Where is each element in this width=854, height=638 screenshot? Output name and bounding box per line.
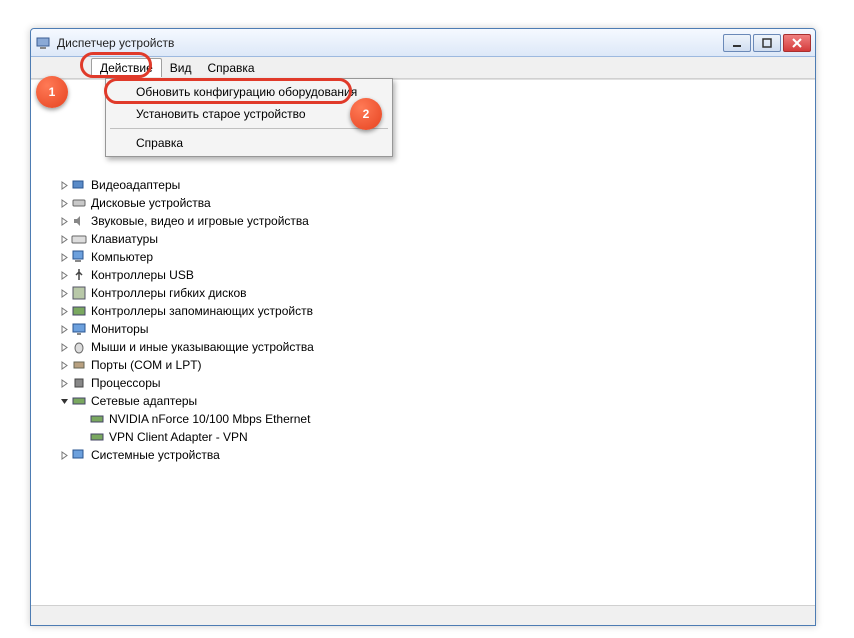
tree-label: Сетевые адаптеры bbox=[91, 394, 197, 408]
tree-category[interactable]: Мыши и иные указывающие устройства bbox=[57, 338, 815, 356]
maximize-button[interactable] bbox=[753, 34, 781, 52]
computer-icon bbox=[71, 249, 87, 265]
tree-label: Контроллеры запоминающих устройств bbox=[91, 304, 313, 318]
expander-icon[interactable] bbox=[57, 343, 71, 352]
tree-category[interactable]: Контроллеры USB bbox=[57, 266, 815, 284]
expander-icon[interactable] bbox=[57, 217, 71, 226]
menu-view[interactable]: Вид bbox=[162, 59, 200, 77]
menubar: Действие Вид Справка bbox=[31, 57, 815, 79]
tree-category[interactable]: Звуковые, видео и игровые устройства bbox=[57, 212, 815, 230]
tree-label: Мыши и иные указывающие устройства bbox=[91, 340, 314, 354]
tree-category-network[interactable]: Сетевые адаптеры bbox=[57, 392, 815, 410]
display-adapter-icon bbox=[71, 177, 87, 193]
close-button[interactable] bbox=[783, 34, 811, 52]
mouse-icon bbox=[71, 339, 87, 355]
usb-icon bbox=[71, 267, 87, 283]
app-icon bbox=[35, 35, 51, 51]
device-tree-pane: Видеоадаптеры Дисковые устройства Звуков… bbox=[31, 79, 815, 605]
tree-label: Системные устройства bbox=[91, 448, 220, 462]
expander-open-icon[interactable] bbox=[57, 397, 71, 406]
tree-category[interactable]: Процессоры bbox=[57, 374, 815, 392]
titlebar: Диспетчер устройств bbox=[31, 29, 815, 57]
tree-category[interactable]: Дисковые устройства bbox=[57, 194, 815, 212]
tree-label: Дисковые устройства bbox=[91, 196, 211, 210]
window-title: Диспетчер устройств bbox=[57, 36, 723, 50]
tree-category[interactable]: Компьютер bbox=[57, 248, 815, 266]
menu-refresh-hardware[interactable]: Обновить конфигурацию оборудования bbox=[108, 81, 390, 103]
expander-icon[interactable] bbox=[57, 379, 71, 388]
expander-icon[interactable] bbox=[57, 181, 71, 190]
storage-controller-icon bbox=[71, 303, 87, 319]
minimize-button[interactable] bbox=[723, 34, 751, 52]
tree-device[interactable]: NVIDIA nForce 10/100 Mbps Ethernet bbox=[75, 410, 815, 428]
expander-icon[interactable] bbox=[57, 271, 71, 280]
tree-category[interactable]: Видеоадаптеры bbox=[57, 176, 815, 194]
tree-label: Мониторы bbox=[91, 322, 148, 336]
tree-label: Контроллеры USB bbox=[91, 268, 194, 282]
tree-label: Компьютер bbox=[91, 250, 153, 264]
network-adapter-icon bbox=[71, 393, 87, 409]
sound-icon bbox=[71, 213, 87, 229]
menu-dropdown-help[interactable]: Справка bbox=[108, 132, 390, 154]
menu-separator bbox=[110, 128, 388, 129]
expander-icon[interactable] bbox=[57, 199, 71, 208]
network-adapter-icon bbox=[89, 411, 105, 427]
tree-label: Видеоадаптеры bbox=[91, 178, 180, 192]
annotation-callout-1: 1 bbox=[36, 76, 68, 108]
expander-icon[interactable] bbox=[57, 307, 71, 316]
tree-category[interactable]: Порты (COM и LPT) bbox=[57, 356, 815, 374]
tree-category[interactable]: Мониторы bbox=[57, 320, 815, 338]
monitor-icon bbox=[71, 321, 87, 337]
tree-device[interactable]: VPN Client Adapter - VPN bbox=[75, 428, 815, 446]
expander-icon[interactable] bbox=[57, 451, 71, 460]
tree-label: NVIDIA nForce 10/100 Mbps Ethernet bbox=[109, 412, 310, 426]
keyboard-icon bbox=[71, 231, 87, 247]
annotation-callout-2: 2 bbox=[350, 98, 382, 130]
tree-category[interactable]: Системные устройства bbox=[57, 446, 815, 464]
tree-label: Процессоры bbox=[91, 376, 161, 390]
system-devices-icon bbox=[71, 447, 87, 463]
tree-label: Контроллеры гибких дисков bbox=[91, 286, 247, 300]
expander-icon[interactable] bbox=[57, 253, 71, 262]
statusbar bbox=[31, 605, 815, 625]
expander-icon[interactable] bbox=[57, 325, 71, 334]
network-adapter-icon bbox=[89, 429, 105, 445]
menu-help[interactable]: Справка bbox=[199, 59, 262, 77]
expander-icon[interactable] bbox=[57, 235, 71, 244]
expander-icon[interactable] bbox=[57, 361, 71, 370]
tree-category[interactable]: Контроллеры гибких дисков bbox=[57, 284, 815, 302]
tree-label: Звуковые, видео и игровые устройства bbox=[91, 214, 309, 228]
floppy-controller-icon bbox=[71, 285, 87, 301]
tree-label: Клавиатуры bbox=[91, 232, 158, 246]
tree-category[interactable]: Клавиатуры bbox=[57, 230, 815, 248]
port-icon bbox=[71, 357, 87, 373]
tree-label: Порты (COM и LPT) bbox=[91, 358, 202, 372]
processor-icon bbox=[71, 375, 87, 391]
tree-category[interactable]: Контроллеры запоминающих устройств bbox=[57, 302, 815, 320]
menu-action[interactable]: Действие bbox=[91, 58, 162, 77]
tree-label: VPN Client Adapter - VPN bbox=[109, 430, 248, 444]
menu-add-legacy-hardware[interactable]: Установить старое устройство bbox=[108, 103, 390, 125]
expander-icon[interactable] bbox=[57, 289, 71, 298]
disk-icon bbox=[71, 195, 87, 211]
